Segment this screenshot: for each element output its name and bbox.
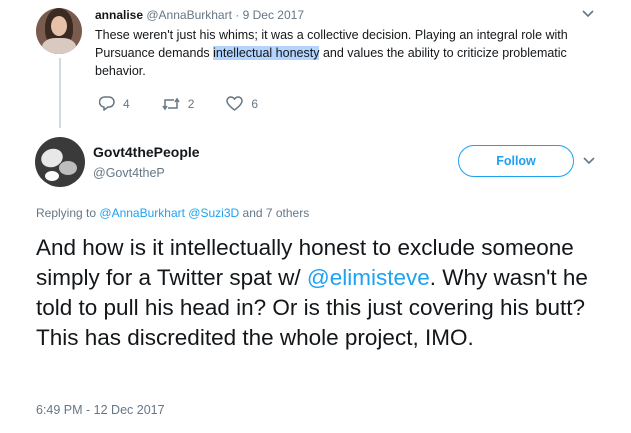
reply-author-handle[interactable]: @AnnaBurkhart <box>146 8 232 22</box>
replying-user-link[interactable]: @Suzi3D <box>188 206 239 220</box>
replying-prefix: Replying to <box>36 206 97 220</box>
retweet-count: 2 <box>187 96 195 111</box>
reply-icon <box>99 96 115 111</box>
like-count: 6 <box>251 96 259 111</box>
avatar-govt4thepeople[interactable] <box>35 137 85 187</box>
reply-tweet-header: annalise @AnnaBurkhart · 9 Dec 2017 <box>95 8 304 22</box>
reply-action-button[interactable]: 4 <box>99 96 130 111</box>
chevron-down-icon[interactable] <box>582 10 594 18</box>
replying-to-line: Replying to @AnnaBurkhart @Suzi3D and 7 … <box>36 206 309 220</box>
chevron-down-icon[interactable] <box>583 157 595 165</box>
header-separator: · <box>235 8 240 22</box>
follow-button[interactable]: Follow <box>458 145 574 177</box>
main-author-handle[interactable]: @Govt4theP <box>93 166 165 180</box>
main-tweet-text: And how is it intellectually honest to e… <box>36 233 606 353</box>
reply-author-name[interactable]: annalise <box>95 8 143 22</box>
reply-tweet-date[interactable]: 9 Dec 2017 <box>243 8 304 22</box>
thread-line <box>59 58 61 128</box>
retweet-icon <box>162 97 180 110</box>
like-icon <box>226 96 244 111</box>
replying-user-link[interactable]: @AnnaBurkhart <box>99 206 185 220</box>
tweet-timestamp[interactable]: 6:49 PM - 12 Dec 2017 <box>36 403 165 417</box>
main-author-name[interactable]: Govt4thePeople <box>93 144 200 160</box>
replying-others-link[interactable]: and 7 others <box>243 206 310 220</box>
reply-tweet-actions: 4 2 6 <box>99 96 290 111</box>
highlighted-text: intellectual honesty <box>213 46 320 60</box>
reply-tweet-text: These weren't just his whims; it was a c… <box>95 26 575 80</box>
retweet-action-button[interactable]: 2 <box>162 96 195 111</box>
like-action-button[interactable]: 6 <box>226 96 258 111</box>
avatar-annalise[interactable] <box>36 8 82 54</box>
mention-link[interactable]: @elimisteve <box>307 265 430 290</box>
reply-count: 4 <box>123 96 130 111</box>
